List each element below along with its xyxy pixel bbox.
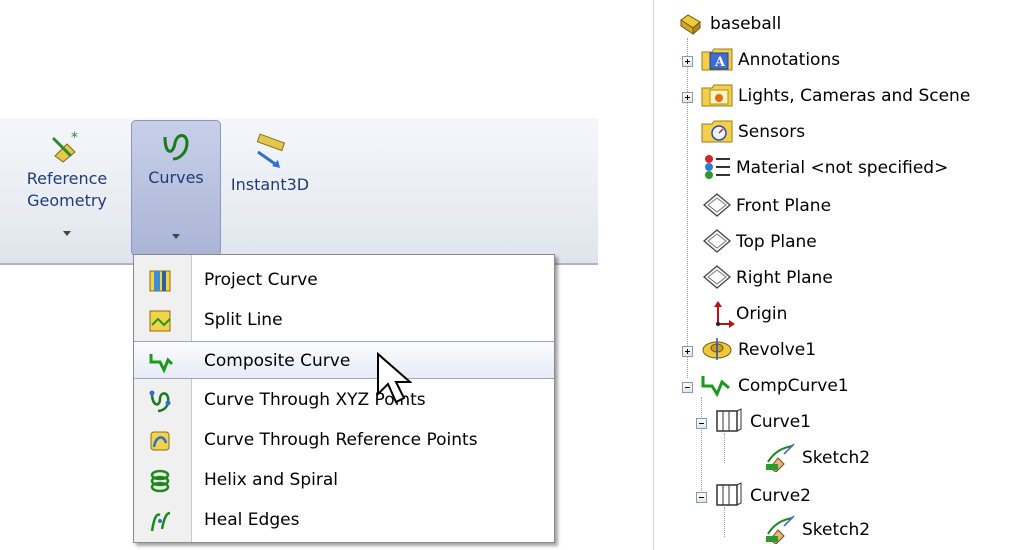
collapse-toggle[interactable] (696, 418, 707, 429)
heal-edges-icon (150, 511, 171, 532)
sensors-icon (701, 120, 733, 143)
instant3d-label: Instant3D (230, 175, 310, 194)
tree-node-sketch2[interactable]: Sketch2 (764, 514, 1004, 548)
tree-node-label: Annotations (738, 50, 841, 70)
tree-node-lights[interactable]: Lights, Cameras and Scene (682, 80, 1022, 114)
menu-item-label: Heal Edges (204, 510, 300, 530)
curve-xyz-icon (149, 390, 171, 413)
menu-item-curve-ref-points[interactable]: Curve Through Reference Points (134, 421, 554, 459)
sketch-icon (766, 443, 795, 472)
curves-label: Curves (148, 168, 204, 187)
origin-icon (714, 301, 735, 328)
tree-root-baseball[interactable]: baseball (678, 8, 978, 42)
menu-item-label: Split Line (204, 310, 283, 330)
tree-node-label: Revolve1 (738, 340, 817, 360)
split-line-icon (149, 310, 171, 332)
curves-button[interactable]: Curves (131, 120, 221, 256)
mouse-pointer-icon (377, 352, 412, 404)
chevron-down-icon[interactable] (63, 231, 71, 236)
tree-node-revolve1[interactable]: Revolve1 (682, 334, 1002, 368)
tree-node-label: Curve2 (750, 486, 811, 506)
curve-icon (716, 408, 742, 432)
reference-geometry-label: Reference Geometry (26, 169, 108, 210)
tree-node-label: Lights, Cameras and Scene (738, 86, 971, 106)
composite-curve-icon (701, 376, 730, 398)
menu-item-heal-edges[interactable]: Heal Edges (134, 501, 554, 539)
part-icon (680, 14, 701, 36)
annotations-icon: A (701, 48, 733, 71)
revolve-icon (702, 338, 732, 360)
tree-node-right-plane[interactable]: Right Plane (700, 262, 1000, 296)
tree-node-top-plane[interactable]: Top Plane (700, 226, 1000, 260)
project-curve-icon (149, 270, 171, 292)
collapse-toggle[interactable] (682, 382, 693, 393)
tree-node-curve2[interactable]: Curve2 (696, 480, 996, 514)
tree-node-label: Front Plane (736, 196, 832, 216)
command-manager-toolbar: * Reference Geometry Curves Instant3D (0, 118, 598, 265)
menu-item-label: Helix and Spiral (204, 470, 338, 490)
tree-node-annotations[interactable]: A Annotations (682, 44, 1002, 78)
instant3d-button[interactable]: Instant3D (228, 118, 312, 252)
tree-node-label: Right Plane (736, 268, 833, 288)
reference-geometry-icon: * (51, 130, 78, 163)
tree-root-label: baseball (710, 14, 782, 34)
menu-item-label: Project Curve (204, 270, 318, 290)
tree-node-compcurve1[interactable]: CompCurve1 (682, 370, 1002, 404)
composite-curve-icon (149, 354, 174, 374)
menu-item-curve-xyz[interactable]: Curve Through XYZ Points (134, 381, 554, 419)
expand-toggle[interactable] (682, 92, 693, 103)
menu-item-label: Composite Curve (204, 351, 351, 371)
sketch-icon (766, 515, 795, 544)
tree-node-label: Top Plane (736, 232, 817, 252)
curve-ref-points-icon (150, 431, 170, 451)
tree-node-label: Sensors (738, 122, 806, 142)
menu-item-label: Curve Through Reference Points (204, 430, 478, 450)
menu-item-split-line[interactable]: Split Line (134, 301, 554, 339)
expand-toggle[interactable] (682, 346, 693, 357)
curves-dropdown-menu: Project Curve Split Line Composite Curve… (133, 254, 555, 543)
menu-item-project-curve[interactable]: Project Curve (134, 261, 554, 299)
tree-node-curve1[interactable]: Curve1 (696, 406, 996, 440)
tree-node-sketch2[interactable]: Sketch2 (764, 442, 1004, 476)
curve-icon (716, 482, 742, 506)
tree-node-label: Curve1 (750, 412, 811, 432)
tree-node-origin[interactable]: Origin (700, 298, 1000, 332)
instant3d-icon (256, 133, 286, 168)
lights-icon (701, 84, 733, 107)
material-icon (705, 155, 730, 179)
svg-text:*: * (71, 130, 78, 146)
collapse-toggle[interactable] (696, 492, 707, 503)
curves-icon (163, 134, 189, 161)
tree-node-label: Sketch2 (802, 448, 871, 468)
plane-icon (702, 193, 732, 217)
svg-text:A: A (714, 55, 726, 70)
menu-item-composite-curve[interactable]: Composite Curve (134, 341, 554, 379)
helix-icon (150, 469, 170, 493)
tree-node-label: CompCurve1 (738, 376, 849, 396)
tree-node-material[interactable]: Material <not specified> (700, 152, 1030, 186)
chevron-down-icon[interactable] (172, 234, 180, 239)
plane-icon (702, 265, 732, 289)
tree-node-sensors[interactable]: Sensors (700, 116, 1020, 150)
feature-manager-tree: baseball A Annotations Lights, Cameras a… (653, 0, 1034, 550)
tree-node-label: Origin (736, 304, 788, 324)
tree-node-label: Material <not specified> (736, 158, 949, 178)
tree-node-label: Sketch2 (802, 520, 871, 540)
expand-toggle[interactable] (682, 56, 693, 67)
plane-icon (702, 229, 732, 253)
menu-item-helix-spiral[interactable]: Helix and Spiral (134, 461, 554, 499)
reference-geometry-button[interactable]: * Reference Geometry (12, 118, 122, 252)
tree-node-front-plane[interactable]: Front Plane (700, 190, 1000, 224)
